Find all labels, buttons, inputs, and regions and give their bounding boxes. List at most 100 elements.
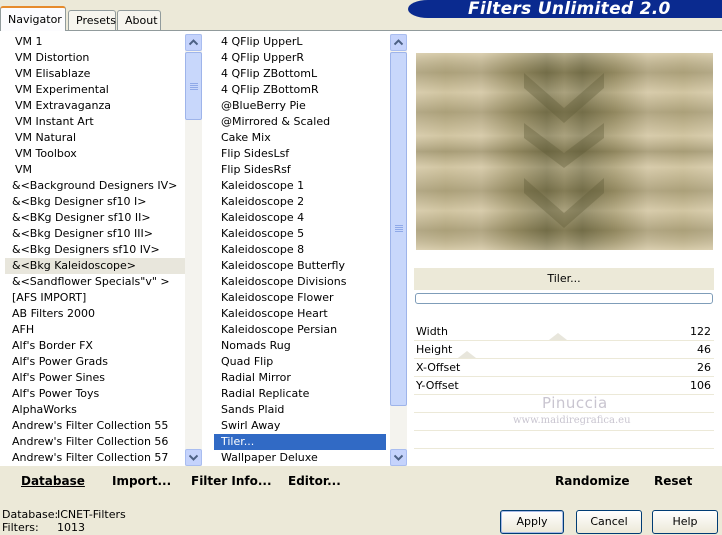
param-x-offset[interactable]: X-Offset 26 <box>414 359 714 377</box>
tab-about[interactable]: About <box>117 10 161 30</box>
param-value: 26 <box>697 361 711 374</box>
category-item[interactable]: &<Background Designers IV> <box>5 178 185 194</box>
category-list[interactable]: VM 1 VM Distortion VM Elisablaze VM Experim… <box>5 34 185 466</box>
randomize-button[interactable]: Randomize <box>555 474 629 488</box>
cancel-button[interactable]: Cancel <box>576 510 642 534</box>
category-item[interactable]: VM Elisablaze <box>5 66 185 82</box>
scroll-thumb[interactable] <box>185 52 202 120</box>
category-item[interactable]: Alf's Power Sines <box>5 370 185 386</box>
filter-item[interactable]: Kaleidoscope Heart <box>214 306 386 322</box>
filter-info-button[interactable]: Filter Info... <box>191 474 272 488</box>
category-item[interactable]: VM <box>5 162 185 178</box>
filter-item[interactable]: 4 QFlip ZBottomL <box>214 66 386 82</box>
filter-item[interactable]: 4 QFlip UpperR <box>214 50 386 66</box>
tab-navigator[interactable]: Navigator <box>0 6 66 31</box>
reset-button[interactable]: Reset <box>654 474 692 488</box>
category-item[interactable]: &<BKg Designer sf10 II> <box>5 210 185 226</box>
category-item[interactable]: AlphaWorks <box>5 402 185 418</box>
filters-count-value: 1013 <box>57 521 85 534</box>
apply-button[interactable]: Apply <box>500 510 564 534</box>
category-item[interactable]: AFH <box>5 322 185 338</box>
param-value: 106 <box>690 379 711 392</box>
category-item[interactable]: Alf's Power Grads <box>5 354 185 370</box>
param-label: Height <box>416 343 453 356</box>
category-item[interactable]: VM Natural <box>5 130 185 146</box>
watermark-url: www.maidiregrafica.eu <box>513 415 631 426</box>
param-empty-row <box>414 449 714 467</box>
category-item[interactable]: VM Toolbox <box>5 146 185 162</box>
import-button[interactable]: Import... <box>112 474 171 488</box>
category-item[interactable]: &<Sandflower Specials"v" > <box>5 274 185 290</box>
filter-item[interactable]: 4 QFlip ZBottomR <box>214 82 386 98</box>
filter-item[interactable]: Wallpaper Deluxe <box>214 450 386 466</box>
filter-item[interactable]: Kaleidoscope 1 <box>214 178 386 194</box>
navigator-panel: VM 1 VM Distortion VM Elisablaze VM Experim… <box>0 30 722 497</box>
slider-thumb[interactable] <box>458 351 476 358</box>
filter-name-bar: Tiler... <box>414 268 714 290</box>
category-scrollbar[interactable] <box>185 34 202 466</box>
filters-count-label: Filters: <box>2 521 39 534</box>
help-button[interactable]: Help <box>652 510 718 534</box>
filter-item[interactable]: Tiler... <box>214 434 386 450</box>
param-y-offset[interactable]: Y-Offset 106 <box>414 377 714 395</box>
scroll-up-arrow-icon[interactable] <box>390 34 407 51</box>
scroll-down-arrow-icon[interactable] <box>390 449 407 466</box>
category-item[interactable]: Andrew's Filter Collection 57 <box>5 450 185 466</box>
category-item[interactable]: Andrew's Filter Collection 55 <box>5 418 185 434</box>
filter-item[interactable]: Radial Replicate <box>214 386 386 402</box>
filter-item[interactable]: Kaleidoscope 8 <box>214 242 386 258</box>
filter-item[interactable]: Kaleidoscope 5 <box>214 226 386 242</box>
database-button[interactable]: Database <box>21 474 85 488</box>
param-width[interactable]: Width 122 <box>414 323 714 341</box>
filter-item[interactable]: Swirl Away <box>214 418 386 434</box>
scroll-up-arrow-icon[interactable] <box>185 34 202 51</box>
slider-thumb[interactable] <box>549 333 567 340</box>
category-item[interactable]: VM Instant Art <box>5 114 185 130</box>
category-item[interactable]: AB Filters 2000 <box>5 306 185 322</box>
filter-item[interactable]: 4 QFlip UpperL <box>214 34 386 50</box>
filter-item[interactable]: Kaleidoscope Butterfly <box>214 258 386 274</box>
category-item[interactable]: VM Distortion <box>5 50 185 66</box>
category-item[interactable]: &<Bkg Designer sf10 I> <box>5 194 185 210</box>
filter-scrollbar[interactable] <box>390 34 407 466</box>
filter-item[interactable]: Flip SidesLsf <box>214 146 386 162</box>
filter-item[interactable]: Radial Mirror <box>214 370 386 386</box>
param-value: 46 <box>697 343 711 356</box>
category-item[interactable]: &<Bkg Kaleidoscope> <box>5 258 185 274</box>
param-value: 122 <box>690 325 711 338</box>
param-label: Width <box>416 325 448 338</box>
filter-item[interactable]: @BlueBerry Pie <box>214 98 386 114</box>
filter-item[interactable]: @Mirrored & Scaled <box>214 114 386 130</box>
category-item[interactable]: &<Bkg Designers sf10 IV> <box>5 242 185 258</box>
filter-item[interactable]: Kaleidoscope Persian <box>214 322 386 338</box>
category-item[interactable]: VM Extravaganza <box>5 98 185 114</box>
tab-presets[interactable]: Presets <box>68 10 116 30</box>
filter-item[interactable]: Quad Flip <box>214 354 386 370</box>
filter-item[interactable]: Kaleidoscope 4 <box>214 210 386 226</box>
filter-item[interactable]: Cake Mix <box>214 130 386 146</box>
app-title: Filters Unlimited 2.0 <box>468 0 671 19</box>
filter-item[interactable]: Kaleidoscope 2 <box>214 194 386 210</box>
scroll-down-arrow-icon[interactable] <box>185 449 202 466</box>
param-label: X-Offset <box>416 361 461 374</box>
category-item[interactable]: &<Bkg Designer sf10 III> <box>5 226 185 242</box>
category-item[interactable]: [AFS IMPORT] <box>5 290 185 306</box>
filter-item[interactable]: Sands Plaid <box>214 402 386 418</box>
param-label: Y-Offset <box>416 379 459 392</box>
filter-list[interactable]: 4 QFlip UpperL 4 QFlip UpperR 4 QFlip ZBot… <box>214 34 386 466</box>
editor-button[interactable]: Editor... <box>288 474 341 488</box>
database-status-value: ICNET-Filters <box>57 508 126 521</box>
filter-item[interactable]: Nomads Rug <box>214 338 386 354</box>
category-item[interactable]: Alf's Border FX <box>5 338 185 354</box>
filter-item[interactable]: Kaleidoscope Flower <box>214 290 386 306</box>
database-status-label: Database: <box>2 508 59 521</box>
category-item[interactable]: VM 1 <box>5 34 185 50</box>
scroll-thumb[interactable] <box>390 52 407 406</box>
current-filter-name: Tiler... <box>547 272 581 285</box>
category-item[interactable]: Andrew's Filter Collection 56 <box>5 434 185 450</box>
category-item[interactable]: VM Experimental <box>5 82 185 98</box>
filter-item[interactable]: Kaleidoscope Divisions <box>214 274 386 290</box>
param-height[interactable]: Height 46 <box>414 341 714 359</box>
category-item[interactable]: Alf's Power Toys <box>5 386 185 402</box>
filter-item[interactable]: Flip SidesRsf <box>214 162 386 178</box>
